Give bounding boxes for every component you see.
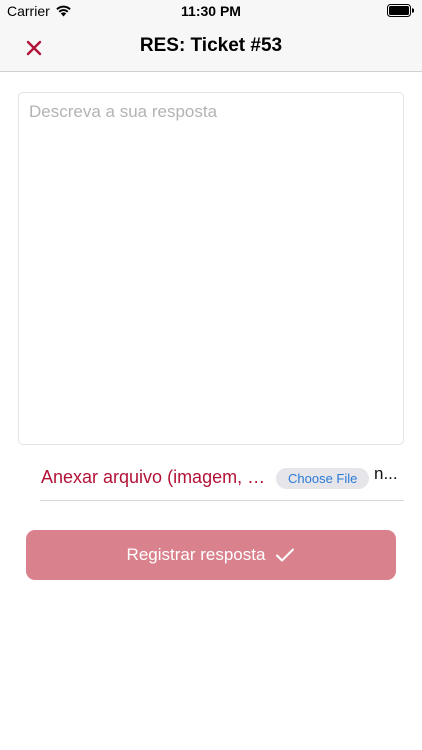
page-title: RES: Ticket #53 bbox=[139, 35, 283, 56]
reply-textarea-container bbox=[18, 92, 404, 445]
attachment-label: Anexar arquivo (imagem, pdf) bbox=[41, 467, 269, 487]
status-time: 11:30 PM bbox=[181, 3, 241, 19]
choose-file-button[interactable]: Choose File bbox=[276, 468, 370, 489]
selected-file-name: n... bbox=[374, 464, 398, 483]
submit-reply-button[interactable]: Registrar resposta bbox=[26, 530, 396, 580]
status-bar: Carrier 11:30 PM bbox=[0, 0, 422, 22]
submit-reply-label: Registrar resposta bbox=[126, 545, 266, 564]
nav-bar: RES: Ticket #53 bbox=[0, 22, 422, 72]
reply-textarea[interactable] bbox=[19, 93, 403, 444]
attachment-row: Anexar arquivo (imagem, pdf) Choose File… bbox=[40, 458, 404, 501]
checkmark-icon bbox=[276, 548, 295, 562]
battery-icon bbox=[387, 4, 415, 22]
